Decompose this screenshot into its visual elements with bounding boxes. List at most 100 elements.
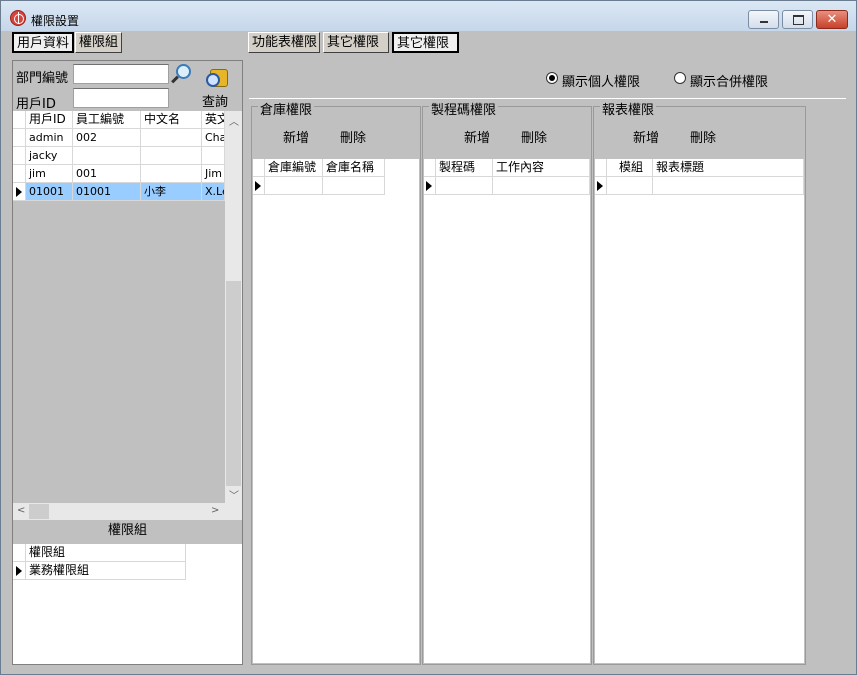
radio-merged[interactable] (674, 72, 686, 84)
delete-button[interactable]: 刪除 (690, 127, 716, 146)
chevron-right-icon[interactable]: > (211, 505, 219, 516)
cell (141, 147, 202, 165)
table-row[interactable]: jacky (13, 147, 225, 165)
tab-menu-permission[interactable]: 功能表權限 (248, 32, 320, 53)
report-grid: 模組 報表標題 (595, 159, 804, 663)
horizontal-scrollbar[interactable]: < > (13, 503, 242, 520)
col-process-code[interactable]: 製程碼 (436, 159, 493, 177)
query-button[interactable]: 查詢 (202, 91, 228, 110)
cell (73, 147, 141, 165)
app-icon (10, 10, 26, 26)
cell: Jim (202, 165, 225, 183)
user-grid: 用戶ID 員工編號 中文名 英文 admin 002 Cha jacky (13, 111, 225, 503)
cell: jacky (26, 147, 73, 165)
chevron-up-icon[interactable]: ︿ (229, 113, 239, 128)
scroll-thumb[interactable] (226, 281, 241, 486)
grid-header: 模組 報表標題 (595, 159, 804, 177)
col-warehouse-no[interactable]: 倉庫編號 (265, 159, 323, 177)
close-icon: ✕ (826, 12, 838, 27)
tab-other-permission-1[interactable]: 其它權限 (323, 32, 389, 53)
cell: 001 (73, 165, 141, 183)
table-row-selected[interactable]: 01001 01001 小李 X.Le (13, 183, 225, 201)
grid-header: 倉庫編號 倉庫名稱 (253, 159, 385, 177)
chevron-left-icon[interactable]: < (17, 505, 25, 516)
warehouse-permission-panel: 倉庫權限 新增 刪除 倉庫編號 倉庫名稱 (251, 99, 421, 665)
window-title: 權限設置 (31, 14, 80, 28)
table-row[interactable]: jim 001 Jim (13, 165, 225, 183)
col-english-name[interactable]: 英文 (202, 111, 225, 129)
scroll-thumb[interactable] (29, 504, 49, 519)
col-work-content[interactable]: 工作內容 (493, 159, 590, 177)
divider (249, 98, 846, 99)
panel-title: 報表權限 (600, 99, 657, 118)
col-report-title[interactable]: 報表標題 (653, 159, 804, 177)
col-warehouse-name[interactable]: 倉庫名稱 (323, 159, 385, 177)
col-user-id[interactable]: 用戶ID (26, 111, 73, 129)
dept-label: 部門編號 (16, 71, 69, 86)
add-button[interactable]: 新增 (464, 127, 490, 146)
grid-header: 製程碼 工作內容 (424, 159, 590, 177)
chevron-down-icon[interactable]: ﹀ (229, 487, 239, 502)
cell: 01001 (73, 183, 141, 201)
row-pointer-icon (16, 566, 22, 576)
panel-title: 製程碼權限 (429, 99, 499, 118)
user-id-label: 用戶ID (16, 97, 56, 112)
dept-input[interactable] (73, 64, 169, 84)
query-icon[interactable] (206, 67, 228, 89)
group-list: 權限組 業務權限組 (13, 544, 242, 664)
cell: X.Le (202, 183, 225, 201)
report-permission-panel: 報表權限 新增 刪除 模組 報表標題 (593, 99, 806, 665)
row-pointer-icon (426, 181, 432, 191)
list-item[interactable]: 業務權限組 (13, 562, 186, 580)
cell: 01001 (26, 183, 73, 201)
row-pointer-icon (16, 187, 22, 197)
col-chinese-name[interactable]: 中文名 (141, 111, 202, 129)
tab-user-data[interactable]: 用戶資料 (12, 32, 74, 53)
warehouse-grid: 倉庫編號 倉庫名稱 (253, 159, 419, 663)
col-module[interactable]: 模組 (607, 159, 653, 177)
panel-title: 倉庫權限 (258, 99, 315, 118)
cell: jim (26, 165, 73, 183)
row-pointer-icon (597, 181, 603, 191)
cell (436, 177, 493, 195)
cell (653, 177, 804, 195)
cell (265, 177, 323, 195)
minimize-button[interactable] (748, 10, 779, 29)
title-bar[interactable]: 權限設置 ✕ (1, 1, 856, 31)
list-item[interactable]: 權限組 (13, 544, 186, 562)
close-button[interactable]: ✕ (816, 10, 848, 29)
cell: Cha (202, 129, 225, 147)
radio-merged-label[interactable]: 顯示合併權限 (690, 71, 768, 90)
user-id-input[interactable] (73, 88, 169, 108)
radio-personal-label[interactable]: 顯示個人權限 (562, 71, 640, 90)
tab-permission-group[interactable]: 權限組 (75, 32, 122, 53)
cell: 小李 (141, 183, 202, 201)
add-button[interactable]: 新增 (283, 127, 309, 146)
tab-other-permission-2[interactable]: 其它權限 (392, 32, 459, 53)
process-code-permission-panel: 製程碼權限 新增 刪除 製程碼 工作內容 (422, 99, 592, 665)
process-code-grid: 製程碼 工作內容 (424, 159, 590, 663)
vertical-scrollbar[interactable]: ︿ ﹀ (225, 111, 242, 503)
col-employee-no[interactable]: 員工編號 (73, 111, 141, 129)
user-pane: 部門編號 用戶ID 查詢 用戶ID 員工編號 中文名 英文 admin (12, 60, 243, 665)
add-button[interactable]: 新增 (633, 127, 659, 146)
row-pointer-icon (255, 181, 261, 191)
group-header: 權限組 (13, 520, 242, 544)
table-row[interactable] (595, 177, 804, 195)
main-window: 權限設置 ✕ 用戶資料 權限組 功能表權限 其它權限 其它權限 部門編號 用戶I… (0, 0, 857, 675)
search-area: 部門編號 用戶ID 查詢 (13, 61, 242, 112)
cell: admin (26, 129, 73, 147)
list-item-label: 權限組 (26, 544, 186, 562)
delete-button[interactable]: 刪除 (521, 127, 547, 146)
cell (607, 177, 653, 195)
maximize-button[interactable] (782, 10, 813, 29)
cell (141, 129, 202, 147)
cell (493, 177, 590, 195)
search-icon[interactable] (171, 64, 191, 84)
table-row[interactable] (253, 177, 385, 195)
user-grid-header: 用戶ID 員工編號 中文名 英文 (13, 111, 225, 129)
table-row[interactable]: admin 002 Cha (13, 129, 225, 147)
radio-personal[interactable] (546, 72, 558, 84)
table-row[interactable] (424, 177, 590, 195)
delete-button[interactable]: 刪除 (340, 127, 366, 146)
